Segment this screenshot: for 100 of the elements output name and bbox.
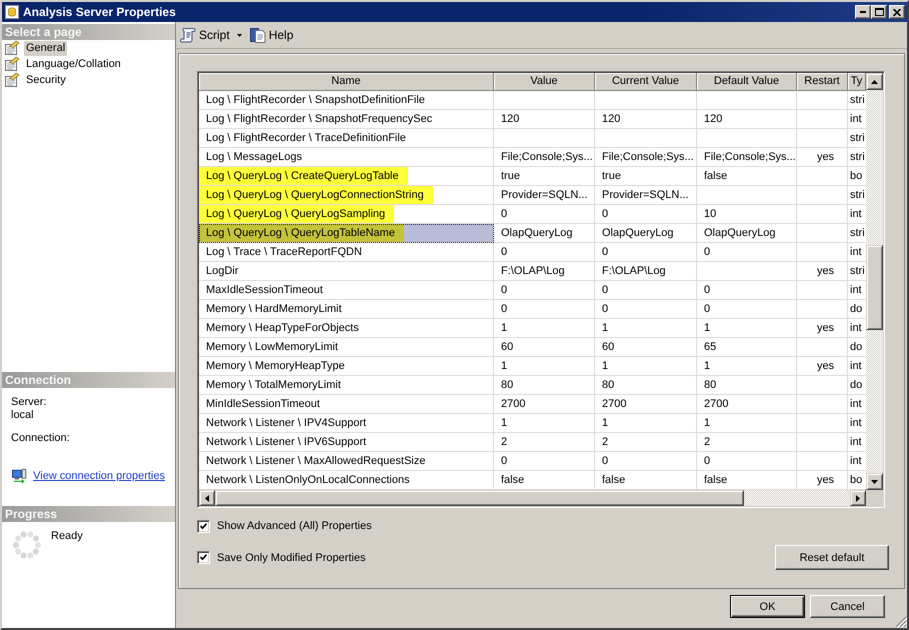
- checkbox[interactable]: [197, 520, 210, 532]
- checkbox-label[interactable]: Show Advanced (All) Properties: [217, 520, 372, 532]
- table-cell: Network \ Listener \ MaxAllowedRequestSize: [199, 452, 494, 471]
- column-header[interactable]: Name: [199, 73, 494, 91]
- table-cell: 60: [494, 338, 595, 357]
- server-label: Server:: [11, 396, 48, 409]
- checkbox[interactable]: [197, 551, 210, 564]
- column-header[interactable]: Default Value: [697, 73, 797, 91]
- left-arrow-icon: [205, 494, 209, 502]
- scroll-right-button[interactable]: [850, 490, 866, 506]
- table-cell: 0: [595, 243, 697, 262]
- scroll-up-button[interactable]: [866, 73, 883, 90]
- table-cell: [797, 243, 848, 262]
- table-cell: yes: [797, 319, 848, 338]
- sidebar-item[interactable]: Language/Collation: [24, 56, 123, 72]
- scrollbar-thumb[interactable]: [215, 490, 744, 506]
- scroll-left-button[interactable]: [199, 490, 215, 506]
- down-arrow-icon: [871, 480, 878, 484]
- table-cell: File;Console;Sys...: [595, 148, 697, 167]
- table-cell: MinIdleSessionTimeout: [199, 395, 494, 414]
- table-cell: 2: [494, 433, 595, 452]
- table-cell: [797, 91, 848, 110]
- table-cell: false: [697, 167, 797, 186]
- ok-button[interactable]: OK: [730, 595, 805, 618]
- up-arrow-icon: [871, 80, 878, 84]
- minimize-icon: [860, 11, 866, 13]
- table-cell: 0: [697, 452, 797, 471]
- table-cell: yes: [797, 357, 848, 376]
- table-cell: Log \ QueryLog \ CreateQueryLogTable: [199, 167, 494, 186]
- table-cell: yes: [797, 148, 848, 167]
- table-cell: [797, 129, 848, 148]
- reset-default-button[interactable]: Reset default: [775, 545, 889, 570]
- table-cell: 0: [595, 300, 697, 319]
- script-button[interactable]: Script: [179, 26, 243, 44]
- sidebar-item[interactable]: Security: [24, 72, 68, 88]
- checkmark-icon: [200, 554, 207, 561]
- help-button[interactable]: Help: [248, 26, 294, 44]
- minimize-button[interactable]: [855, 5, 871, 19]
- table-cell: [797, 224, 848, 243]
- table-cell: 1: [595, 319, 697, 338]
- scroll-down-button[interactable]: [866, 473, 883, 490]
- table-cell: [797, 205, 848, 224]
- table-cell: 0: [494, 243, 595, 262]
- scrollbar-thumb[interactable]: [866, 245, 883, 330]
- table-cell: 1: [494, 319, 595, 338]
- table-cell: 0: [494, 452, 595, 471]
- table-cell: Log \ FlightRecorder \ TraceDefinitionFile: [199, 129, 494, 148]
- table-cell: 2: [595, 433, 697, 452]
- section-header: Select a page: [2, 24, 175, 40]
- table-cell: OlapQueryLog: [697, 224, 797, 243]
- table-cell: [797, 281, 848, 300]
- table-cell: [797, 376, 848, 395]
- help-icon: [250, 27, 266, 43]
- table-cell: OlapQueryLog: [595, 224, 697, 243]
- table-cell: Log \ QueryLog \ QueryLogConnectionString: [199, 186, 494, 205]
- server-name: local: [11, 409, 35, 422]
- table-cell: 1: [595, 414, 697, 433]
- table-cell: Provider=SQLN...: [494, 186, 595, 205]
- table-cell: Memory \ HeapTypeForObjects: [199, 319, 494, 338]
- table-cell: 80: [697, 376, 797, 395]
- spinner-icon: [12, 530, 42, 560]
- maximize-icon: [874, 8, 884, 16]
- table-cell: 1: [697, 414, 797, 433]
- table-cell: 10: [697, 205, 797, 224]
- table-cell: 2700: [595, 395, 697, 414]
- table-cell: OlapQueryLog: [494, 224, 595, 243]
- caret-icon: [236, 34, 242, 36]
- checkbox-label[interactable]: Save Only Modified Properties: [217, 552, 366, 564]
- table-cell: 80: [595, 376, 697, 395]
- table-cell: Log \ FlightRecorder \ SnapshotFrequencySec: [199, 110, 494, 129]
- table-cell: 120: [595, 110, 697, 129]
- table-cell: [797, 452, 848, 471]
- table-cell: [797, 414, 848, 433]
- table-cell: 120: [697, 110, 797, 129]
- cancel-button[interactable]: Cancel: [810, 595, 885, 618]
- table-cell: Network \ Listener \ IPV4Support: [199, 414, 494, 433]
- table-cell: Provider=SQLN...: [595, 186, 697, 205]
- maximize-button[interactable]: [871, 5, 887, 19]
- table-cell: 0: [595, 281, 697, 300]
- table-cell: 1: [697, 357, 797, 376]
- resize-grip-icon[interactable]: [895, 616, 907, 628]
- table-cell: 0: [494, 281, 595, 300]
- section-header: Connection: [2, 372, 175, 388]
- table-cell: 80: [494, 376, 595, 395]
- table-cell: yes: [797, 262, 848, 281]
- column-header[interactable]: Current Value: [595, 73, 697, 91]
- close-button[interactable]: [889, 5, 905, 19]
- column-header[interactable]: Restart: [797, 73, 848, 91]
- connection-properties-link[interactable]: View connection properties: [33, 470, 165, 482]
- table-cell: 60: [595, 338, 697, 357]
- table-cell: Log \ QueryLog \ QueryLogTableName: [199, 224, 494, 243]
- table-cell: 0: [595, 205, 697, 224]
- window-title: Analysis Server Properties: [23, 5, 176, 19]
- column-header[interactable]: Value: [494, 73, 595, 91]
- column-header[interactable]: Ty: [848, 73, 866, 91]
- table-cell: 0: [595, 452, 697, 471]
- database-icon: [5, 5, 19, 19]
- table-cell: 0: [697, 243, 797, 262]
- sidebar-item[interactable]: General: [24, 40, 68, 56]
- table-cell: 0: [494, 205, 595, 224]
